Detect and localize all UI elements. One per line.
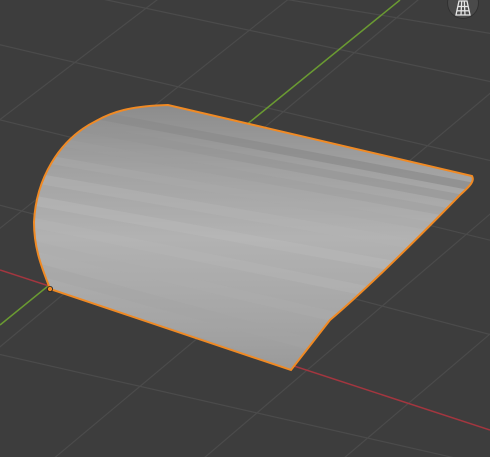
3d-viewport[interactable] bbox=[0, 0, 490, 457]
object-origin[interactable] bbox=[47, 285, 54, 292]
curved-surface-object[interactable] bbox=[30, 103, 480, 380]
viewport-scene[interactable] bbox=[0, 0, 490, 457]
